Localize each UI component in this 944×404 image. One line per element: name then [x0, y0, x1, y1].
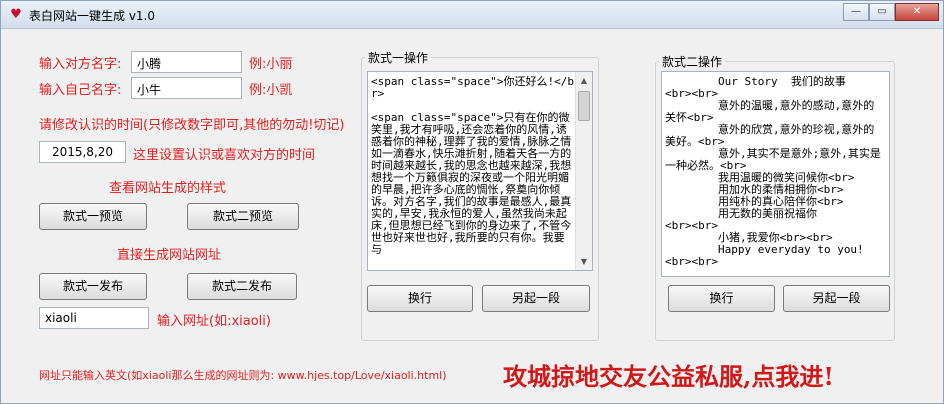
style1-content: <span class="space">你还好么!</br> <span cla…: [371, 75, 574, 256]
window-title: 表白网站一键生成 v1.0: [29, 9, 156, 23]
preview-section-label: 查看网站生成的样式: [109, 181, 227, 196]
style2-editor[interactable]: Our Story 我们的故事 <br><br> 意外的温暖,意外的感动,意外的…: [661, 71, 890, 277]
style2-new-paragraph-button[interactable]: 另起一段: [783, 285, 890, 312]
style2-group-title: 款式二操作: [659, 53, 726, 70]
own-name-input[interactable]: 小牛: [131, 77, 242, 99]
preview-style2-button[interactable]: 款式二预览: [187, 203, 299, 230]
date-edit-note: 请修改认识的时间(只修改数字即可,其他的勿动!切记): [39, 118, 345, 133]
app-window: ♥ 表白网站一键生成 v1.0 — ▭ ✕ 输入对方名字: 小腾 例:小丽 输入…: [0, 0, 944, 404]
url-format-note: 网址只能输入英文(如xiaoli那么生成的网址则为: www.hjes.top/…: [39, 369, 447, 382]
own-name-example: 例:小凯: [249, 83, 293, 98]
publish-style2-button[interactable]: 款式二发布: [187, 273, 297, 300]
style1-newline-button[interactable]: 换行: [367, 285, 473, 312]
publish-section-label: 直接生成网站网址: [117, 248, 222, 263]
minimize-button[interactable]: —: [843, 3, 869, 21]
url-input[interactable]: xiaoli: [39, 307, 149, 329]
style2-content: Our Story 我们的故事 <br><br> 意外的温暖,意外的感动,意外的…: [665, 75, 881, 268]
scroll-up-icon[interactable]: ▲: [576, 72, 592, 89]
publish-style1-button[interactable]: 款式一发布: [39, 273, 147, 300]
scroll-down-icon[interactable]: ▼: [576, 253, 592, 270]
date-hint: 这里设置认识或喜欢对方的时间: [133, 148, 316, 163]
partner-name-label: 输入对方名字:: [39, 57, 122, 72]
own-name-label: 输入自己名字:: [39, 83, 122, 98]
heart-icon: ♥: [10, 7, 22, 22]
maximize-button[interactable]: ▭: [869, 3, 895, 21]
scroll-thumb[interactable]: [578, 91, 590, 121]
style1-new-paragraph-button[interactable]: 另起一段: [482, 285, 590, 312]
close-button[interactable]: ✕: [895, 3, 939, 21]
date-input[interactable]: 2015,8,20: [39, 141, 126, 163]
style1-scrollbar[interactable]: ▲ ▼: [575, 72, 592, 270]
promo-link[interactable]: 攻城掠地交友公益私服,点我进!: [503, 357, 834, 392]
style1-editor[interactable]: <span class="space">你还好么!</br> <span cla…: [367, 71, 593, 271]
partner-name-input[interactable]: 小腾: [131, 51, 242, 73]
style2-newline-button[interactable]: 换行: [668, 285, 775, 312]
partner-name-example: 例:小丽: [249, 57, 293, 72]
title-bar[interactable]: ♥ 表白网站一键生成 v1.0 — ▭ ✕: [1, 1, 943, 29]
url-input-label: 输入网址(如:xiaoli): [157, 314, 271, 329]
style1-group-title: 款式一操作: [365, 49, 432, 66]
preview-style1-button[interactable]: 款式一预览: [39, 203, 147, 230]
